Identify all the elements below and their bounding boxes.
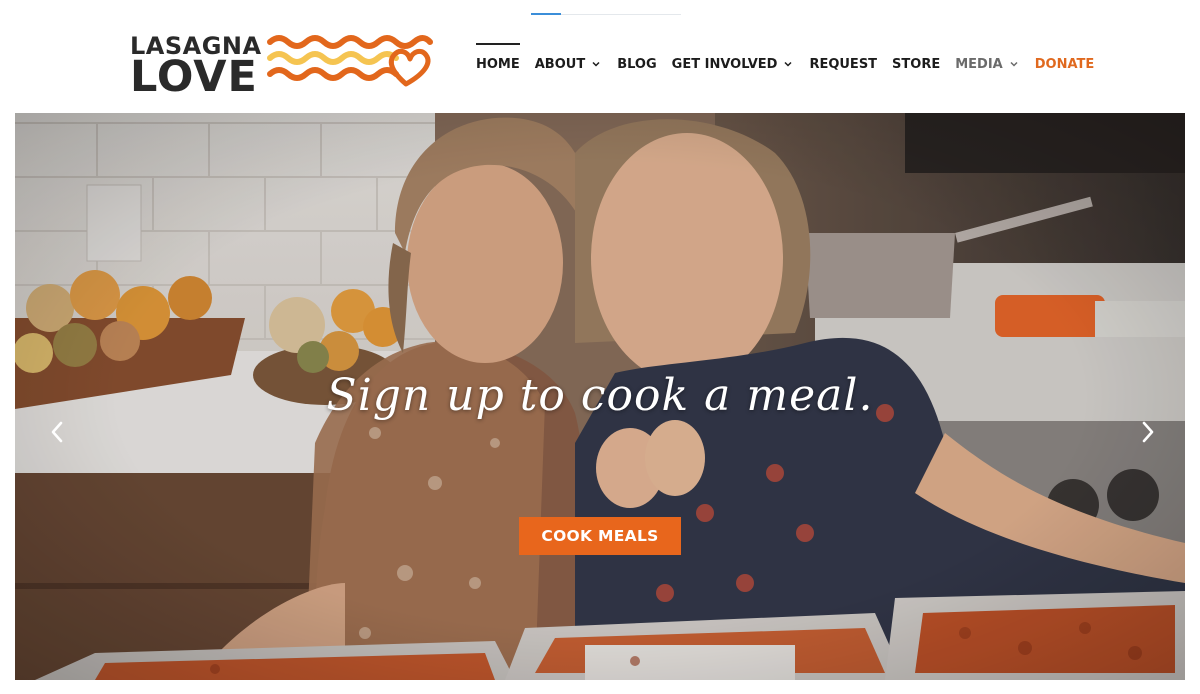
nav-item-donate[interactable]: DONATE <box>1035 57 1095 72</box>
nav-item-request-label: REQUEST <box>809 56 878 72</box>
nav-item-about[interactable]: ABOUT <box>535 57 602 72</box>
hero-headline: Sign up to cook a meal. <box>326 370 874 421</box>
chevron-right-icon[interactable] <box>1135 418 1159 446</box>
nav-item-request[interactable]: REQUEST <box>809 57 877 72</box>
nav-item-media[interactable]: MEDIA <box>955 57 1020 72</box>
nav-item-home-label: HOME <box>476 56 520 72</box>
chevron-down-icon <box>592 61 600 67</box>
nav-item-get-involved-label: GET INVOLVED <box>671 56 778 72</box>
main-navigation: HOME ABOUT BLOG GET INVOLVED REQUEST STO… <box>476 42 1095 79</box>
page-loading-bar-fill <box>531 13 561 15</box>
logo-word-love: LOVE <box>130 52 258 102</box>
cook-meals-button[interactable]: COOK MEALS <box>519 517 681 555</box>
nav-item-about-label: ABOUT <box>534 56 586 72</box>
nav-item-donate-label: DONATE <box>1034 56 1095 72</box>
hero-slider: Sign up to cook a meal. COOK MEALS <box>15 113 1185 680</box>
page-loading-bar <box>531 13 681 15</box>
site-logo[interactable]: LASAGNA LOVE <box>130 30 445 102</box>
nav-item-store[interactable]: STORE <box>892 57 940 72</box>
chevron-down-icon <box>1010 61 1018 67</box>
nav-item-get-involved[interactable]: GET INVOLVED <box>672 57 795 72</box>
chevron-down-icon <box>784 61 792 67</box>
nav-item-home[interactable]: HOME <box>476 42 520 72</box>
nav-item-blog-label: BLOG <box>617 56 657 72</box>
chevron-left-icon[interactable] <box>46 418 70 446</box>
lasagna-waves-heart-icon <box>267 35 433 87</box>
nav-item-store-label: STORE <box>892 56 941 72</box>
nav-item-media-label: MEDIA <box>955 56 1003 72</box>
nav-item-blog[interactable]: BLOG <box>617 57 656 72</box>
